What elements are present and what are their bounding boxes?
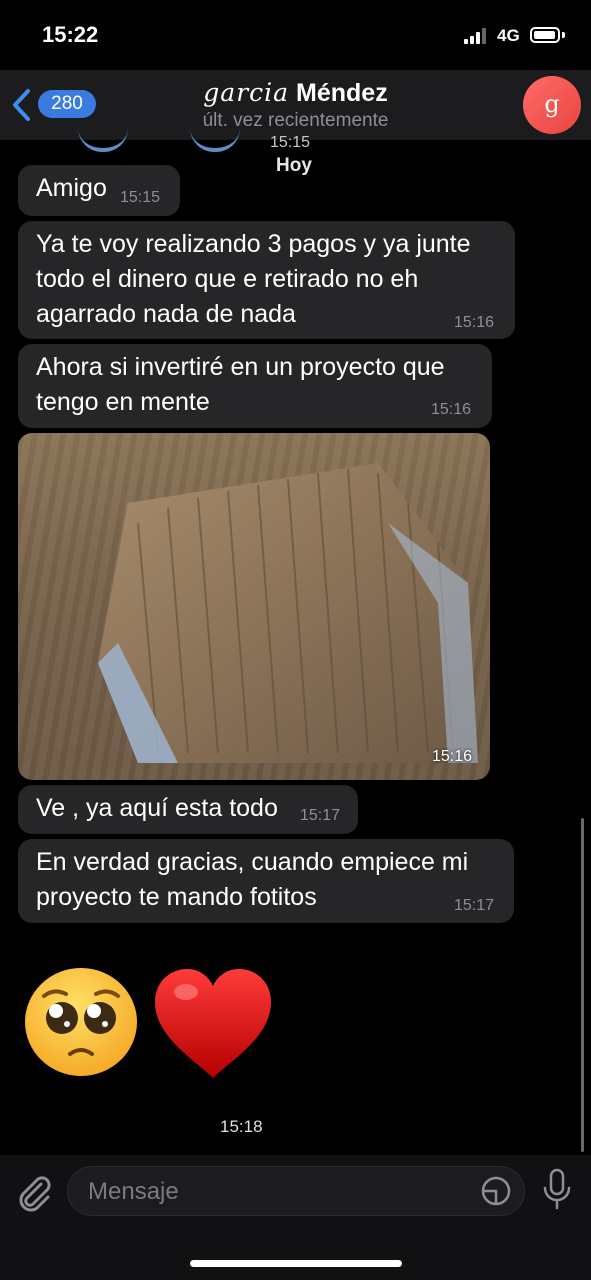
message-bubble[interactable]: Amigo 15:15 [18, 165, 180, 216]
message-text: Ya te voy realizando 3 pagos y ya junte … [36, 230, 471, 328]
message-text: Ahora si invertiré en un proyecto que te… [36, 353, 445, 416]
battery-tip [562, 32, 565, 38]
message-time: 15:16 [431, 401, 472, 418]
message-bubble[interactable]: En verdad gracias, cuando empiece mi pro… [18, 839, 514, 923]
chat-title-name: Méndez [296, 79, 388, 107]
scrollbar[interactable] [581, 818, 584, 1152]
banknote-stack-image [98, 463, 478, 763]
message-text: Amigo [36, 174, 107, 202]
message-time: 15:16 [454, 314, 495, 331]
status-time: 15:22 [42, 22, 99, 47]
message-bubble[interactable]: Ahora si invertiré en un proyecto que te… [18, 344, 492, 428]
paperclip-icon[interactable] [14, 1172, 54, 1212]
photo-message[interactable]: 15:16 [18, 433, 490, 780]
chat-title[interactable]: garcia Méndez [0, 78, 591, 108]
status-bar: 15:22 4G [0, 0, 591, 70]
home-indicator [190, 1260, 402, 1267]
chat-title-script: garcia [203, 78, 290, 107]
signal-icon [464, 28, 490, 44]
date-separator: Hoy [276, 155, 312, 176]
message-time: 15:16 [431, 748, 472, 765]
network-label: 4G [497, 26, 520, 45]
microphone-icon[interactable] [540, 1168, 574, 1210]
partial-emoji-fragment [190, 128, 240, 152]
message-bubble[interactable]: Ve , ya aquí esta todo 15:17 [18, 785, 358, 834]
message-time: 15:18 [220, 1117, 263, 1136]
pleading-face-icon[interactable] [22, 966, 140, 1078]
sticker-icon[interactable] [480, 1175, 512, 1207]
message-bubble[interactable]: Ya te voy realizando 3 pagos y ya junte … [18, 221, 515, 339]
message-time: 15:17 [454, 897, 495, 914]
battery-icon [530, 27, 560, 43]
message-text: Ve , ya aquí esta todo [36, 794, 278, 822]
message-input[interactable] [86, 1167, 470, 1217]
partial-emoji-fragment [78, 128, 128, 152]
red-heart-icon[interactable] [152, 966, 274, 1082]
message-time: 15:17 [300, 807, 341, 824]
message-time: 15:15 [120, 189, 161, 206]
message-field[interactable] [67, 1166, 525, 1217]
message-text: En verdad gracias, cuando empiece mi pro… [36, 848, 469, 911]
avatar[interactable]: g [523, 76, 581, 134]
message-time: 15:15 [270, 134, 311, 151]
